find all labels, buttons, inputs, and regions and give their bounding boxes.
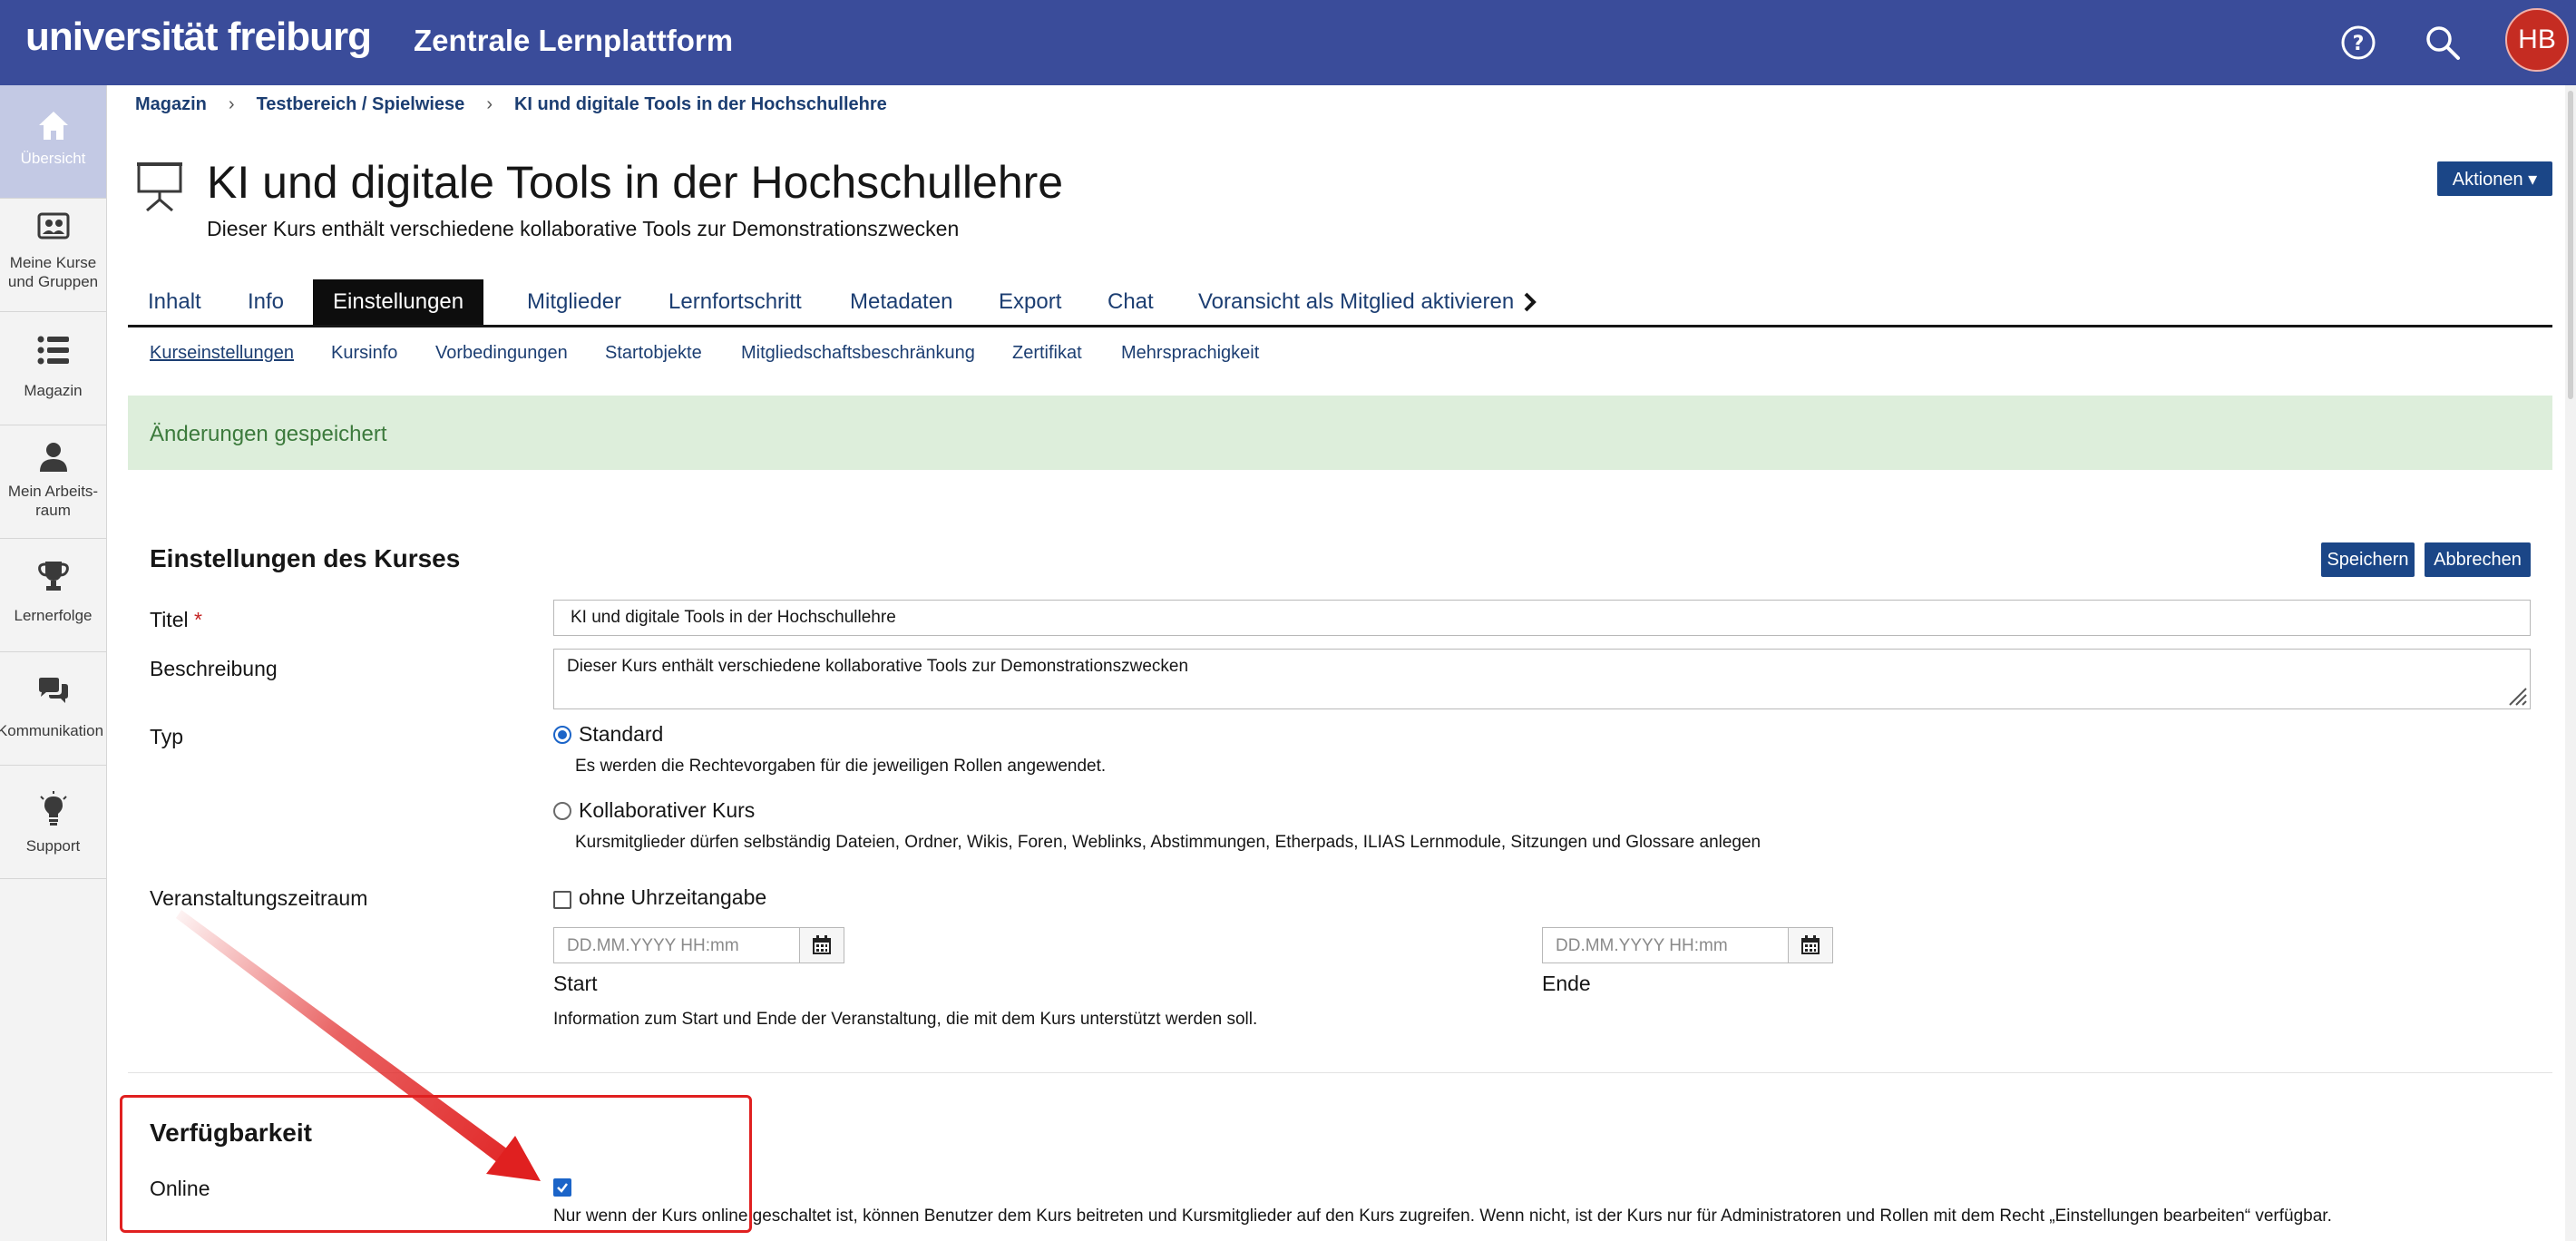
success-message-text: Änderungen gespeichert [150, 422, 387, 446]
no-time-checkbox[interactable] [553, 891, 571, 909]
nav-label: Kommunikation [0, 722, 104, 739]
chevron-right-icon [1524, 292, 1537, 312]
success-message: Änderungen gespeichert [128, 396, 2552, 470]
nav-label: Magazin [24, 382, 83, 399]
subtab-course-info[interactable]: Kursinfo [331, 343, 397, 364]
title-label: Titel * [150, 608, 202, 632]
search-icon[interactable] [2422, 22, 2464, 64]
nav-label: Mein Arbeits-raum [7, 483, 99, 519]
title-label-text: Titel [150, 608, 189, 631]
platform-title[interactable]: Zentrale Lernplattform [414, 24, 733, 58]
scrollbar-thumb[interactable] [2568, 91, 2573, 399]
subtab-start-objects[interactable]: Startobjekte [605, 343, 702, 364]
nav-label: Support [25, 837, 81, 855]
no-time-label[interactable]: ohne Uhrzeitangabe [579, 885, 766, 910]
description-text: Dieser Kurs enthält verschiedene kollabo… [567, 657, 1189, 676]
type-standard-radio[interactable] [553, 726, 571, 744]
start-date-input[interactable]: DD.MM.YYYY HH:mm [553, 927, 844, 963]
type-collaborative-label[interactable]: Kollaborativer Kurs [579, 798, 755, 823]
top-header: universität freiburg Zentrale Lernplattf… [0, 0, 2576, 85]
type-collaborative-radio[interactable] [553, 802, 571, 820]
nav-item-workspace[interactable]: Mein Arbeits-raum [0, 425, 106, 539]
avatar[interactable]: HB [2505, 8, 2569, 72]
end-date-input[interactable]: DD.MM.YYYY HH:mm [1542, 927, 1833, 963]
nav-item-communication[interactable]: Kommunikation [0, 652, 106, 766]
end-label: Ende [1542, 972, 1591, 995]
main-nav: Übersicht Meine Kurse und Gruppen Magazi… [0, 85, 107, 1241]
chat-icon [38, 678, 68, 703]
cancel-button[interactable]: Abbrechen [2425, 542, 2531, 577]
university-logo[interactable]: universität freiburg [25, 15, 372, 60]
page-description: Dieser Kurs enthält verschiedene kollabo… [207, 217, 960, 240]
date-placeholder: DD.MM.YYYY HH:mm [1556, 936, 1728, 955]
group-icon [37, 212, 69, 239]
period-label: Veranstaltungszeitraum [150, 886, 368, 910]
breadcrumb-item[interactable]: KI und digitale Tools in der Hochschulle… [514, 94, 887, 114]
tab-settings[interactable]: Einstellungen [313, 279, 484, 325]
resize-handle-icon[interactable] [2506, 685, 2528, 707]
presentation-icon [137, 162, 182, 212]
tab-learning-progress[interactable]: Lernfortschritt [649, 279, 822, 325]
start-label: Start [553, 972, 598, 995]
help-circle-icon[interactable]: ? [2337, 22, 2379, 64]
calendar-icon [813, 935, 831, 954]
tab-bar: Inhalt Info Einstellungen Mitglieder Ler… [128, 279, 2552, 327]
type-label: Typ [150, 725, 184, 748]
tab-info[interactable]: Info [228, 279, 304, 325]
breadcrumb-item[interactable]: Testbereich / Spielwiese [257, 94, 465, 114]
required-marker: * [194, 608, 202, 631]
nav-item-achievements[interactable]: Lernerfolge [0, 539, 106, 652]
person-icon [39, 443, 67, 472]
trophy-icon [37, 562, 69, 591]
subtab-preconditions[interactable]: Vorbedingungen [435, 343, 568, 364]
subtab-multilingual[interactable]: Mehrsprachigkeit [1121, 343, 1259, 364]
tab-export[interactable]: Export [979, 279, 1081, 325]
calendar-icon [1801, 935, 1820, 954]
calendar-button[interactable] [799, 928, 844, 963]
page-title: KI und digitale Tools in der Hochschulle… [207, 157, 1064, 208]
nav-label: Übersicht [20, 150, 86, 167]
nav-item-my-courses[interactable]: Meine Kurse und Gruppen [0, 199, 106, 312]
type-standard-help: Es werden die Rechtevorgaben für die jew… [575, 757, 1107, 776]
period-help: Information zum Start und Ende der Veran… [553, 1010, 1258, 1029]
nav-item-magazin[interactable]: Magazin [0, 312, 106, 425]
calendar-button[interactable] [1788, 928, 1832, 963]
online-help: Nur wenn der Kurs online geschaltet ist,… [553, 1207, 2332, 1226]
tab-member-preview[interactable]: Voransicht als Mitglied aktivieren [1178, 279, 1557, 325]
nav-item-support[interactable]: Support [0, 766, 106, 879]
chevron-right-icon: › [228, 94, 235, 114]
description-label: Beschreibung [150, 657, 278, 680]
form-section-title: Einstellungen des Kurses [150, 544, 461, 572]
type-collaborative-help: Kursmitglieder dürfen selbständig Dateie… [575, 833, 1761, 852]
svg-text:?: ? [2353, 33, 2365, 55]
date-placeholder: DD.MM.YYYY HH:mm [567, 936, 739, 955]
list-icon [37, 336, 69, 365]
tab-label: Voransicht als Mitglied aktivieren [1198, 289, 1515, 314]
home-icon [38, 112, 68, 140]
lightbulb-icon [39, 791, 67, 826]
tab-metadata[interactable]: Metadaten [830, 279, 972, 325]
nav-label: Meine Kurse und Gruppen [7, 254, 99, 290]
nav-label: Lernerfolge [14, 607, 93, 624]
annotation-highlight-box [120, 1095, 752, 1233]
type-standard-label[interactable]: Standard [579, 722, 663, 747]
subtab-course-settings[interactable]: Kurseinstellungen [150, 343, 294, 364]
tab-members[interactable]: Mitglieder [507, 279, 641, 325]
subtab-certificate[interactable]: Zertifikat [1012, 343, 1082, 364]
description-textarea[interactable]: Dieser Kurs enthält verschiedene kollabo… [553, 649, 2531, 709]
chevron-right-icon: › [486, 94, 493, 114]
actions-button[interactable]: Aktionen ▾ [2437, 161, 2552, 196]
tab-chat[interactable]: Chat [1088, 279, 1174, 325]
breadcrumb-item[interactable]: Magazin [135, 94, 207, 114]
title-input[interactable]: KI und digitale Tools in der Hochschulle… [553, 600, 2531, 636]
breadcrumb: Magazin › Testbereich / Spielwiese › KI und … [135, 94, 887, 115]
nav-item-overview[interactable]: Übersicht [0, 85, 106, 199]
save-button[interactable]: Speichern [2321, 542, 2415, 577]
tab-content[interactable]: Inhalt [128, 279, 221, 325]
section-divider [128, 1072, 2552, 1073]
subtab-membership-limit[interactable]: Mitgliedschaftsbeschränkung [741, 343, 975, 364]
